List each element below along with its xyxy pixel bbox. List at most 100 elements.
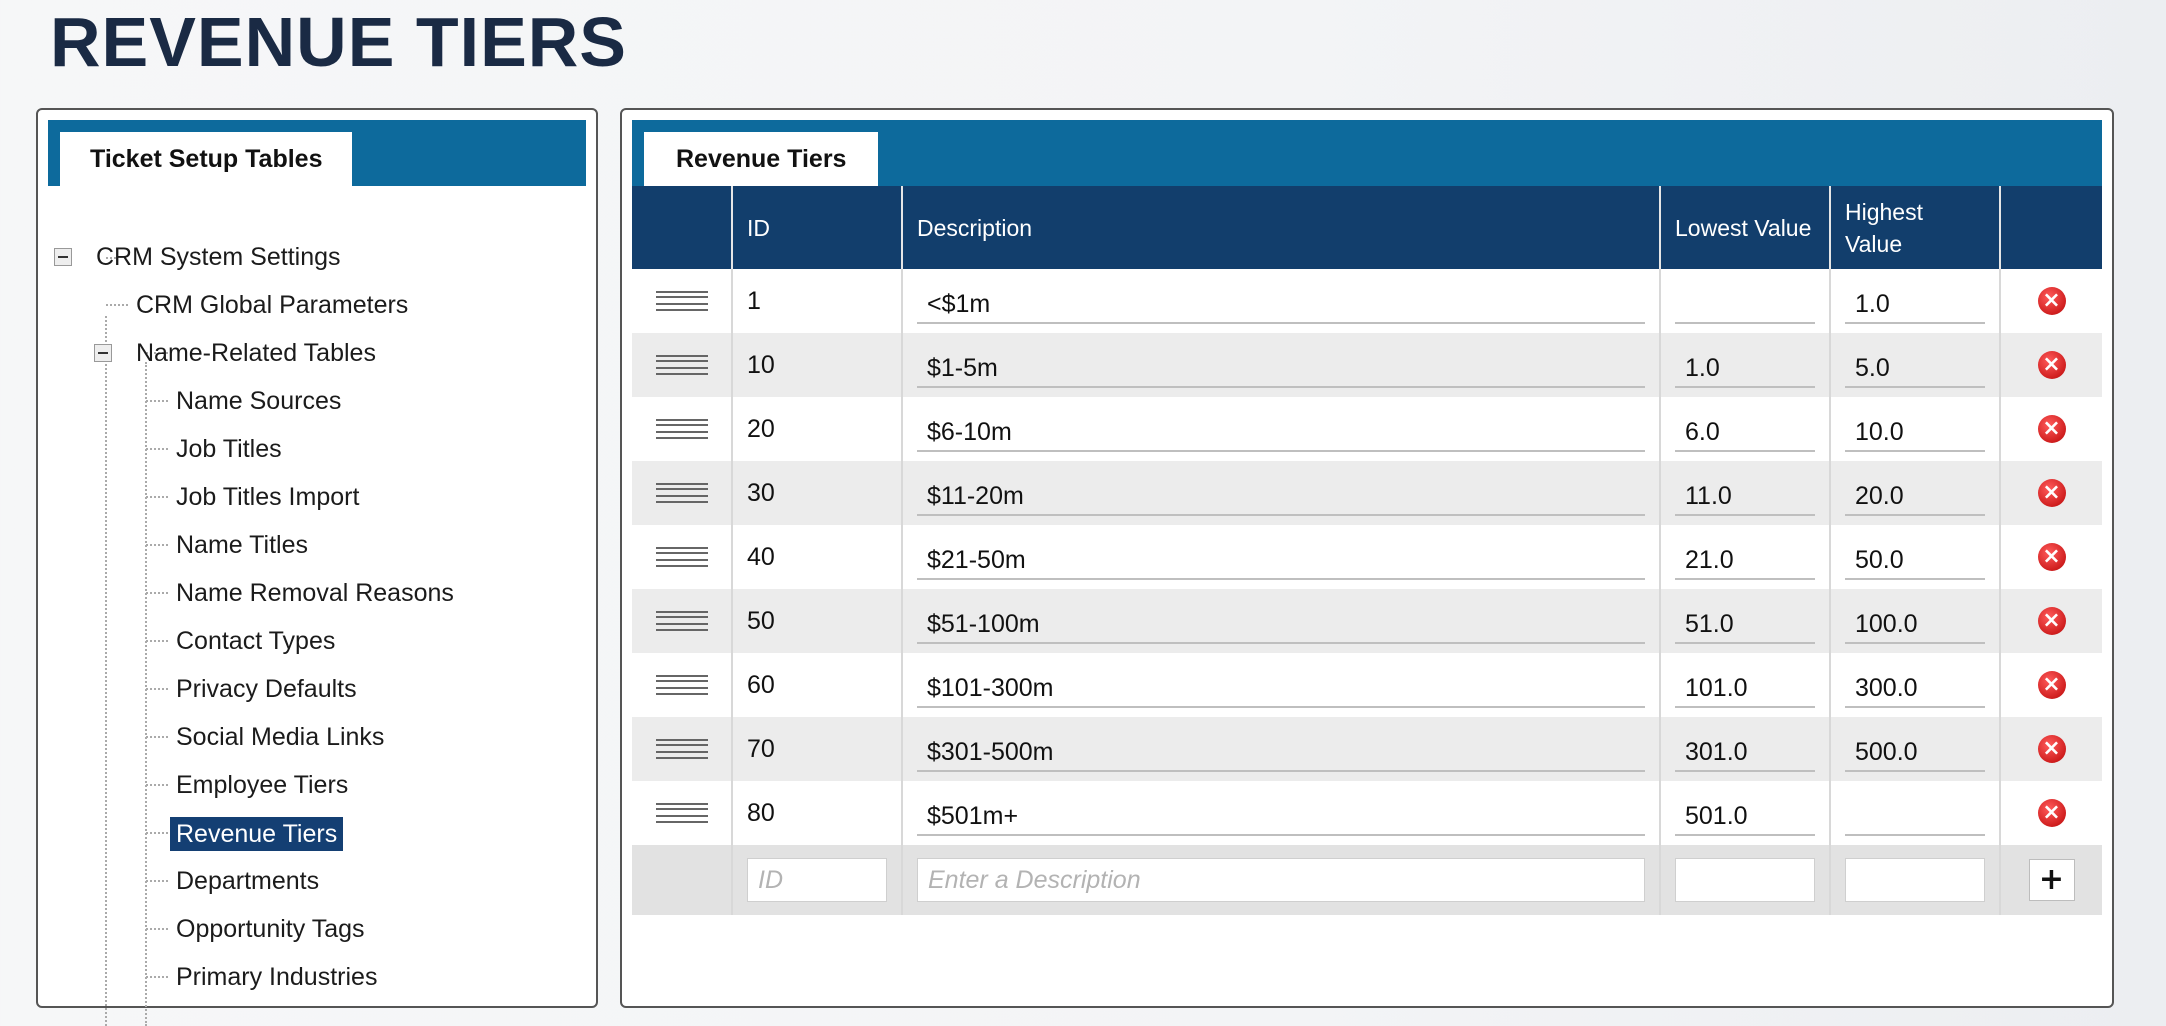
highest-value-column-header[interactable]: Highest Value	[1829, 186, 2000, 269]
lowest-value-input[interactable]	[1675, 286, 1815, 324]
table-row: 40 ×	[632, 525, 2102, 589]
lowest-value-input[interactable]	[1675, 350, 1815, 388]
collapse-icon[interactable]	[94, 344, 112, 362]
lowest-value-input[interactable]	[1675, 798, 1815, 836]
tree-item-revenue-tiers[interactable]: Revenue Tiers	[170, 817, 344, 851]
drag-handle-icon[interactable]	[655, 803, 708, 823]
delete-icon[interactable]: ×	[2037, 479, 2066, 507]
highest-value-input[interactable]	[1845, 478, 1985, 516]
highest-value-input[interactable]	[1845, 670, 1985, 708]
drag-handle-icon[interactable]	[655, 483, 708, 503]
lowest-value-input[interactable]	[1675, 670, 1815, 708]
drag-handle-icon[interactable]	[655, 419, 708, 439]
tree-item-job-titles-import[interactable]: Job Titles Import	[176, 480, 359, 514]
tree-item-crm-system-settings[interactable]: CRM System Settings	[96, 240, 341, 274]
table-body: 1×10×20×30×40×50×60×70×80×	[632, 269, 2102, 845]
delete-icon[interactable]: ×	[2037, 607, 2066, 635]
collapse-icon[interactable]	[54, 248, 72, 266]
lowest-value-cell	[1659, 653, 1830, 717]
highest-value-input[interactable]	[1845, 542, 1985, 580]
table-header-row: ID Description Lowest Value Highest Valu…	[632, 186, 2102, 269]
new-lowest-value-input[interactable]	[1675, 858, 1815, 902]
drag-handle-icon[interactable]	[655, 611, 708, 631]
tree-panel: Ticket Setup Tables CRM System Settings …	[36, 108, 598, 1026]
tree-item-contact-types[interactable]: Contact Types	[176, 624, 335, 658]
settings-tree: CRM System Settings CRM Global Parameter…	[38, 186, 596, 1026]
description-input[interactable]	[917, 734, 1645, 772]
tree-item-departments[interactable]: Departments	[176, 864, 319, 898]
table-row: 10 ×	[632, 333, 2102, 397]
description-input[interactable]	[917, 478, 1645, 516]
tree-connector	[146, 448, 168, 450]
tree-item-name-sources[interactable]: Name Sources	[176, 384, 341, 418]
description-cell	[901, 269, 1660, 333]
tree-item-name-titles[interactable]: Name Titles	[176, 528, 308, 562]
tree-item-name-related-tables[interactable]: Name-Related Tables	[136, 336, 376, 370]
drag-cell	[632, 461, 732, 525]
lowest-value-cell	[1659, 333, 1830, 397]
tree-item-privacy-defaults[interactable]: Privacy Defaults	[176, 672, 357, 706]
drag-handle-icon[interactable]	[655, 547, 708, 567]
tree-connector	[146, 736, 168, 738]
lowest-value-input[interactable]	[1675, 606, 1815, 644]
tree-item-crm-global-parameters[interactable]: CRM Global Parameters	[136, 288, 408, 322]
tree-connector	[146, 640, 168, 642]
description-input[interactable]	[917, 606, 1645, 644]
table-row: 20 ×	[632, 397, 2102, 461]
lowest-value-input[interactable]	[1675, 734, 1815, 772]
id-column-header[interactable]: ID	[731, 186, 902, 269]
delete-icon[interactable]: ×	[2037, 415, 2066, 443]
description-cell	[901, 653, 1660, 717]
lowest-value-column-header[interactable]: Lowest Value	[1659, 186, 1830, 269]
lowest-value-input[interactable]	[1675, 478, 1815, 516]
delete-icon[interactable]: ×	[2037, 287, 2066, 315]
delete-icon[interactable]: ×	[2037, 671, 2066, 699]
tree-connector	[146, 688, 168, 690]
drag-handle-icon[interactable]	[655, 675, 708, 695]
delete-icon[interactable]: ×	[2037, 735, 2066, 763]
description-cell	[901, 717, 1660, 781]
new-id-cell	[731, 845, 902, 915]
lowest-value-input[interactable]	[1675, 542, 1815, 580]
new-id-input[interactable]	[747, 858, 887, 902]
tree-item-job-titles[interactable]: Job Titles	[176, 432, 282, 466]
highest-value-cell	[1829, 525, 2000, 589]
tree-item-opportunity-tags[interactable]: Opportunity Tags	[176, 912, 365, 946]
delete-icon[interactable]: ×	[2037, 543, 2066, 571]
delete-icon[interactable]: ×	[2037, 799, 2066, 827]
description-input[interactable]	[917, 798, 1645, 836]
highest-value-input[interactable]	[1845, 734, 1985, 772]
description-input[interactable]	[917, 350, 1645, 388]
description-input[interactable]	[917, 542, 1645, 580]
delete-cell: ×	[1999, 589, 2102, 653]
description-input[interactable]	[917, 286, 1645, 324]
table-row: 50 ×	[632, 589, 2102, 653]
add-row-button[interactable]: +	[2028, 859, 2075, 901]
row-id: 1	[747, 286, 761, 315]
new-highest-value-input[interactable]	[1845, 858, 1985, 902]
lowest-value-input[interactable]	[1675, 414, 1815, 452]
highest-value-input[interactable]	[1845, 606, 1985, 644]
drag-handle-icon[interactable]	[655, 739, 708, 759]
highest-value-input[interactable]	[1845, 350, 1985, 388]
tab-ticket-setup-tables[interactable]: Ticket Setup Tables	[60, 132, 353, 186]
tree-item-primary-industries[interactable]: Primary Industries	[176, 960, 377, 994]
tree-connector	[146, 544, 168, 546]
lowest-value-cell	[1659, 397, 1830, 461]
highest-value-input[interactable]	[1845, 286, 1985, 324]
tree-item-social-media-links[interactable]: Social Media Links	[176, 720, 384, 754]
description-column-header[interactable]: Description	[901, 186, 1660, 269]
drag-handle-icon[interactable]	[655, 291, 708, 311]
table-row: 30 ×	[632, 461, 2102, 525]
tab-revenue-tiers[interactable]: Revenue Tiers	[644, 132, 879, 186]
new-add-cell: +	[1999, 845, 2102, 915]
description-input[interactable]	[917, 670, 1645, 708]
highest-value-input[interactable]	[1845, 798, 1985, 836]
new-description-input[interactable]	[917, 858, 1645, 902]
tree-item-name-removal-reasons[interactable]: Name Removal Reasons	[176, 576, 454, 610]
delete-icon[interactable]: ×	[2037, 351, 2066, 379]
tree-item-employee-tiers[interactable]: Employee Tiers	[176, 768, 348, 802]
drag-handle-icon[interactable]	[655, 355, 708, 375]
description-input[interactable]	[917, 414, 1645, 452]
highest-value-input[interactable]	[1845, 414, 1985, 452]
